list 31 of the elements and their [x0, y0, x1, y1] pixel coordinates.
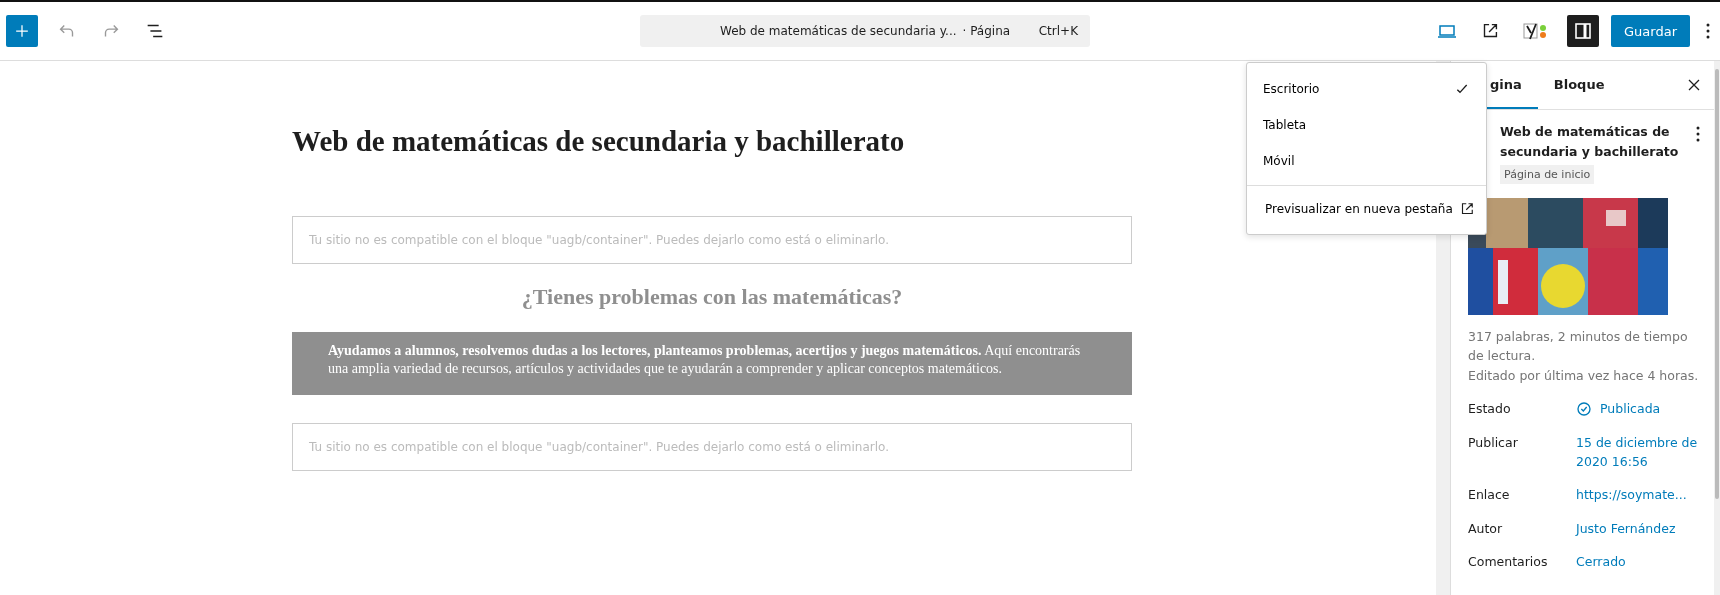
field-label: Comentarios — [1468, 553, 1549, 571]
intro-banner: Ayudamos a alumnos, resolvemos dudas a los lectores, planteamos problemas, acertijos y juegos matemáticos. Aquí encontrarás una amplia variedad de recursos, artículos y actividades que te ayudarán a comprender y aplicar conceptos matemáticos. — [292, 332, 1132, 395]
field-label: Publicar — [1468, 433, 1519, 452]
field-label: Enlace — [1468, 486, 1511, 505]
field-value-link[interactable]: Publicada — [1576, 399, 1704, 419]
unsupported-block-notice: Tu sitio no es compatible con el bloque "uagb/container". Puedes dejarlo como está o eliminarlo. — [292, 216, 1132, 264]
settings-sidebar-toggle[interactable] — [1567, 15, 1600, 47]
check-circle-icon — [1576, 400, 1592, 417]
homepage-badge: Página de inicio — [1500, 165, 1595, 184]
save-button[interactable]: Guardar — [1611, 15, 1690, 47]
unsupported-block-notice: Tu sitio no es compatible con el bloque "uagb/container". Puedes dejarlo como está o eliminarlo. — [292, 423, 1132, 471]
preview-new-tab-link[interactable]: Previsualizar en nueva pestaña — [1265, 196, 1476, 222]
field-value-link[interactable]: Cerrado — [1576, 552, 1704, 572]
command-bar[interactable]: Web de matemáticas de secundaria y... · Página Ctrl+K — [640, 15, 1090, 47]
page-title: Web de matemáticas de secundaria y bachillerato — [292, 125, 906, 158]
sidebar-icon — [1573, 21, 1594, 41]
add-block-button[interactable] — [6, 15, 38, 47]
sidebar-tab[interactable]: Bloque — [1537, 61, 1621, 109]
word-count-text: 317 palabras, 2 minutos de tiempo de lectura. — [1468, 328, 1689, 366]
field-label: Estado — [1468, 400, 1512, 419]
menu-item[interactable]: Móvil — [1247, 143, 1486, 179]
page-summary-title: Web de matemáticas de secundaria y bachillerato — [1500, 123, 1680, 161]
last-edited-text: Editado por última vez hace 4 horas. — [1468, 366, 1700, 385]
field-value-link[interactable]: https://soymate... — [1576, 485, 1704, 505]
more-vertical-icon — [1706, 23, 1710, 39]
section-heading: ¿Tienes problemas con las matemáticas? — [520, 284, 904, 310]
field-value-link[interactable]: 15 de diciembre de 2020 16:56 — [1576, 432, 1704, 472]
field-label: Autor — [1468, 519, 1504, 538]
field-value-link[interactable]: Justo Fernández — [1576, 518, 1704, 538]
more-vertical-icon — [1696, 126, 1700, 142]
menu-item[interactable]: Tableta — [1247, 107, 1486, 143]
